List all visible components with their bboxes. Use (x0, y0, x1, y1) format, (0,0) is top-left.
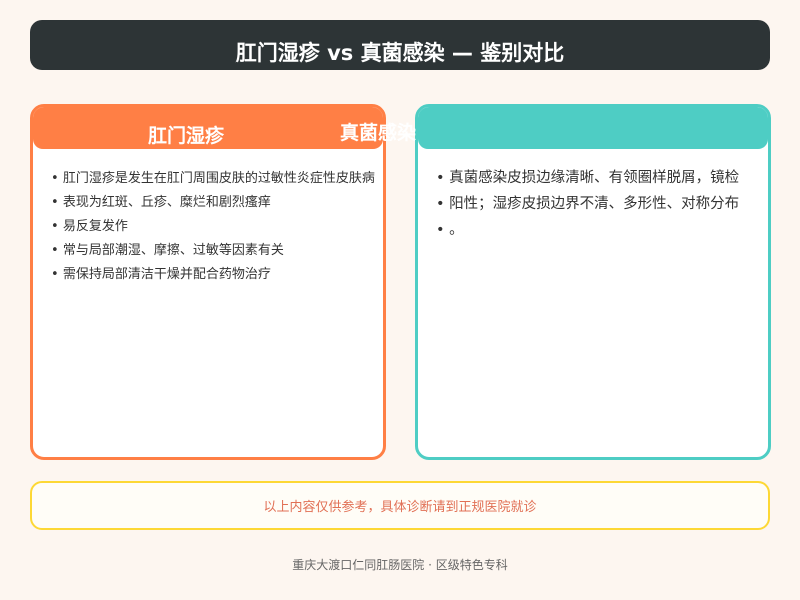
list-item: 肛门湿疹是发生在肛门周围皮肤的过敏性炎症性皮肤病 (51, 167, 375, 191)
disclaimer-box: 以上内容仅供参考，具体诊断请到正规医院就诊 (30, 481, 770, 530)
eczema-card-title: 肛门湿疹 (148, 125, 225, 147)
list-item: 易反复发作 (51, 215, 375, 239)
eczema-list: 肛门湿疹是发生在肛门周围皮肤的过敏性炎症性皮肤病 表现为红斑、丘疹、糜烂和剧烈瘙… (51, 167, 375, 287)
page-title: 肛门湿疹 vs 真菌感染 — 鉴别对比 (235, 41, 565, 65)
fungal-card-title: 真菌感染 (340, 122, 417, 144)
eczema-card: 肛门湿疹 肛门湿疹是发生在肛门周围皮肤的过敏性炎症性皮肤病 表现为红斑、丘疹、糜… (30, 104, 386, 460)
list-item: 表现为红斑、丘疹、糜烂和剧烈瘙痒 (51, 191, 375, 215)
list-item: 需保持局部清洁干燥并配合药物治疗 (51, 263, 375, 287)
disclaimer-text: 以上内容仅供参考，具体诊断请到正规医院就诊 (263, 500, 537, 515)
list-item: 真菌感染皮损边缘清晰、有领圈样脱屑，镜检 (436, 165, 739, 191)
list-item: 。 (436, 217, 739, 243)
footer-text: 重庆大渡口仁同肛肠医院 · 区级特色专科 (292, 558, 508, 572)
fungal-list: 真菌感染皮损边缘清晰、有领圈样脱屑，镜检 阳性；湿疹皮损边界不清、多形性、对称分… (436, 165, 739, 243)
eczema-card-header: 肛门湿疹 (33, 107, 383, 149)
fungal-card: 真菌感染皮损边缘清晰、有领圈样脱屑，镜检 阳性；湿疹皮损边界不清、多形性、对称分… (415, 104, 771, 460)
list-item: 常与局部潮湿、摩擦、过敏等因素有关 (51, 239, 375, 263)
fungal-card-header (418, 107, 768, 149)
title-bar: 肛门湿疹 vs 真菌感染 — 鉴别对比 (30, 20, 770, 70)
list-item: 阳性；湿疹皮损边界不清、多形性、对称分布 (436, 191, 739, 217)
